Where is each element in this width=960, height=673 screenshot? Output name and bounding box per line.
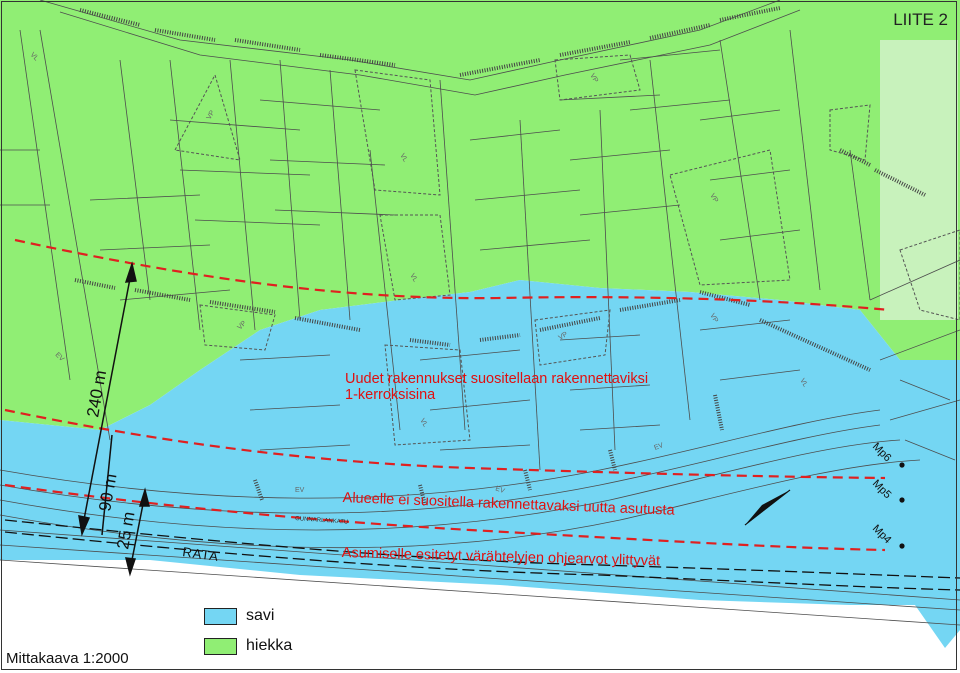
legend-label-hiekka: hiekka bbox=[246, 637, 293, 654]
dot-icon bbox=[899, 462, 905, 468]
note-recommendation: Uudet rakennukset suositellaan rakennett… bbox=[345, 371, 648, 403]
dot-icon bbox=[899, 543, 905, 549]
zone-label-ev-2: EV bbox=[295, 487, 305, 494]
legend-label-savi: savi bbox=[246, 607, 275, 624]
note-recommendation-line2: 1-kerroksisina bbox=[345, 387, 436, 403]
map-canvas: VL VP VL VP VP VL VP VP VL EV EV EV EV V… bbox=[0, 0, 960, 673]
legend-swatch-hiekka bbox=[204, 638, 237, 655]
note-recommendation-line1: Uudet rakennukset suositellaan rakennett… bbox=[345, 371, 649, 387]
dot-icon bbox=[899, 497, 905, 503]
scale-label: Mittakaava 1:2000 bbox=[6, 650, 129, 667]
map-title: LIITE 2 bbox=[893, 10, 948, 29]
legend-swatch-savi bbox=[204, 608, 237, 625]
